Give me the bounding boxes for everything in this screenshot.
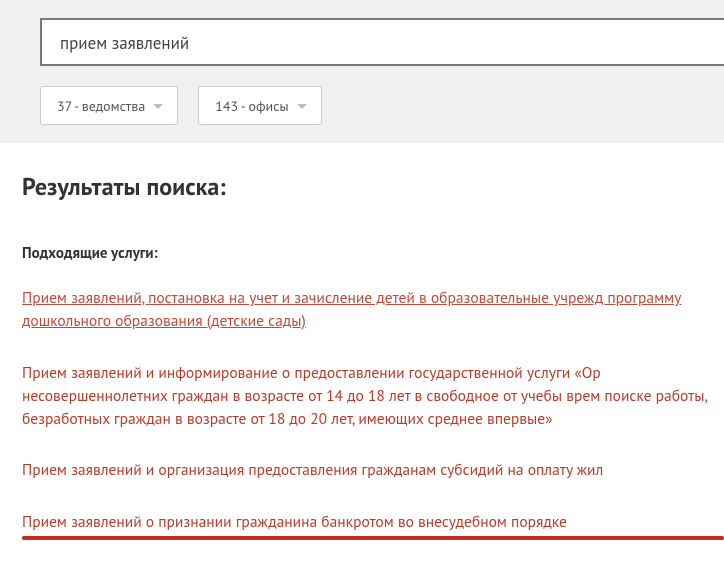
filter-offices-label: 143 - офисы xyxy=(215,97,288,115)
result-item: Прием заявлений о признании гражданина б… xyxy=(22,511,724,540)
highlight-underline xyxy=(22,536,724,540)
filter-departments[interactable]: 37 - ведомства xyxy=(40,86,178,125)
filter-row: 37 - ведомства 143 - офисы xyxy=(40,86,724,125)
result-link[interactable]: Прием заявлений, постановка на учет и за… xyxy=(22,288,681,331)
chevron-down-icon xyxy=(153,104,163,109)
result-link[interactable]: Прием заявлений о признании гражданина б… xyxy=(22,512,567,532)
result-link[interactable]: Прием заявлений и организация предоставл… xyxy=(22,460,603,480)
chevron-down-icon xyxy=(297,104,307,109)
search-input[interactable] xyxy=(40,18,724,66)
search-panel: 37 - ведомства 143 - офисы xyxy=(0,0,724,143)
matching-services-heading: Подходящие услуги: xyxy=(22,244,724,263)
results-heading: Результаты поиска: xyxy=(22,171,724,202)
filter-offices[interactable]: 143 - офисы xyxy=(198,86,321,125)
result-item: Прием заявлений и организация предоставл… xyxy=(22,459,724,482)
filter-departments-label: 37 - ведомства xyxy=(57,97,145,115)
content-area: Результаты поиска: Подходящие услуги: Пр… xyxy=(0,171,724,540)
result-link[interactable]: Прием заявлений и информирование о предо… xyxy=(22,363,707,430)
result-item: Прием заявлений и информирование о предо… xyxy=(22,362,724,432)
result-item: Прием заявлений, постановка на учет и за… xyxy=(22,287,724,334)
